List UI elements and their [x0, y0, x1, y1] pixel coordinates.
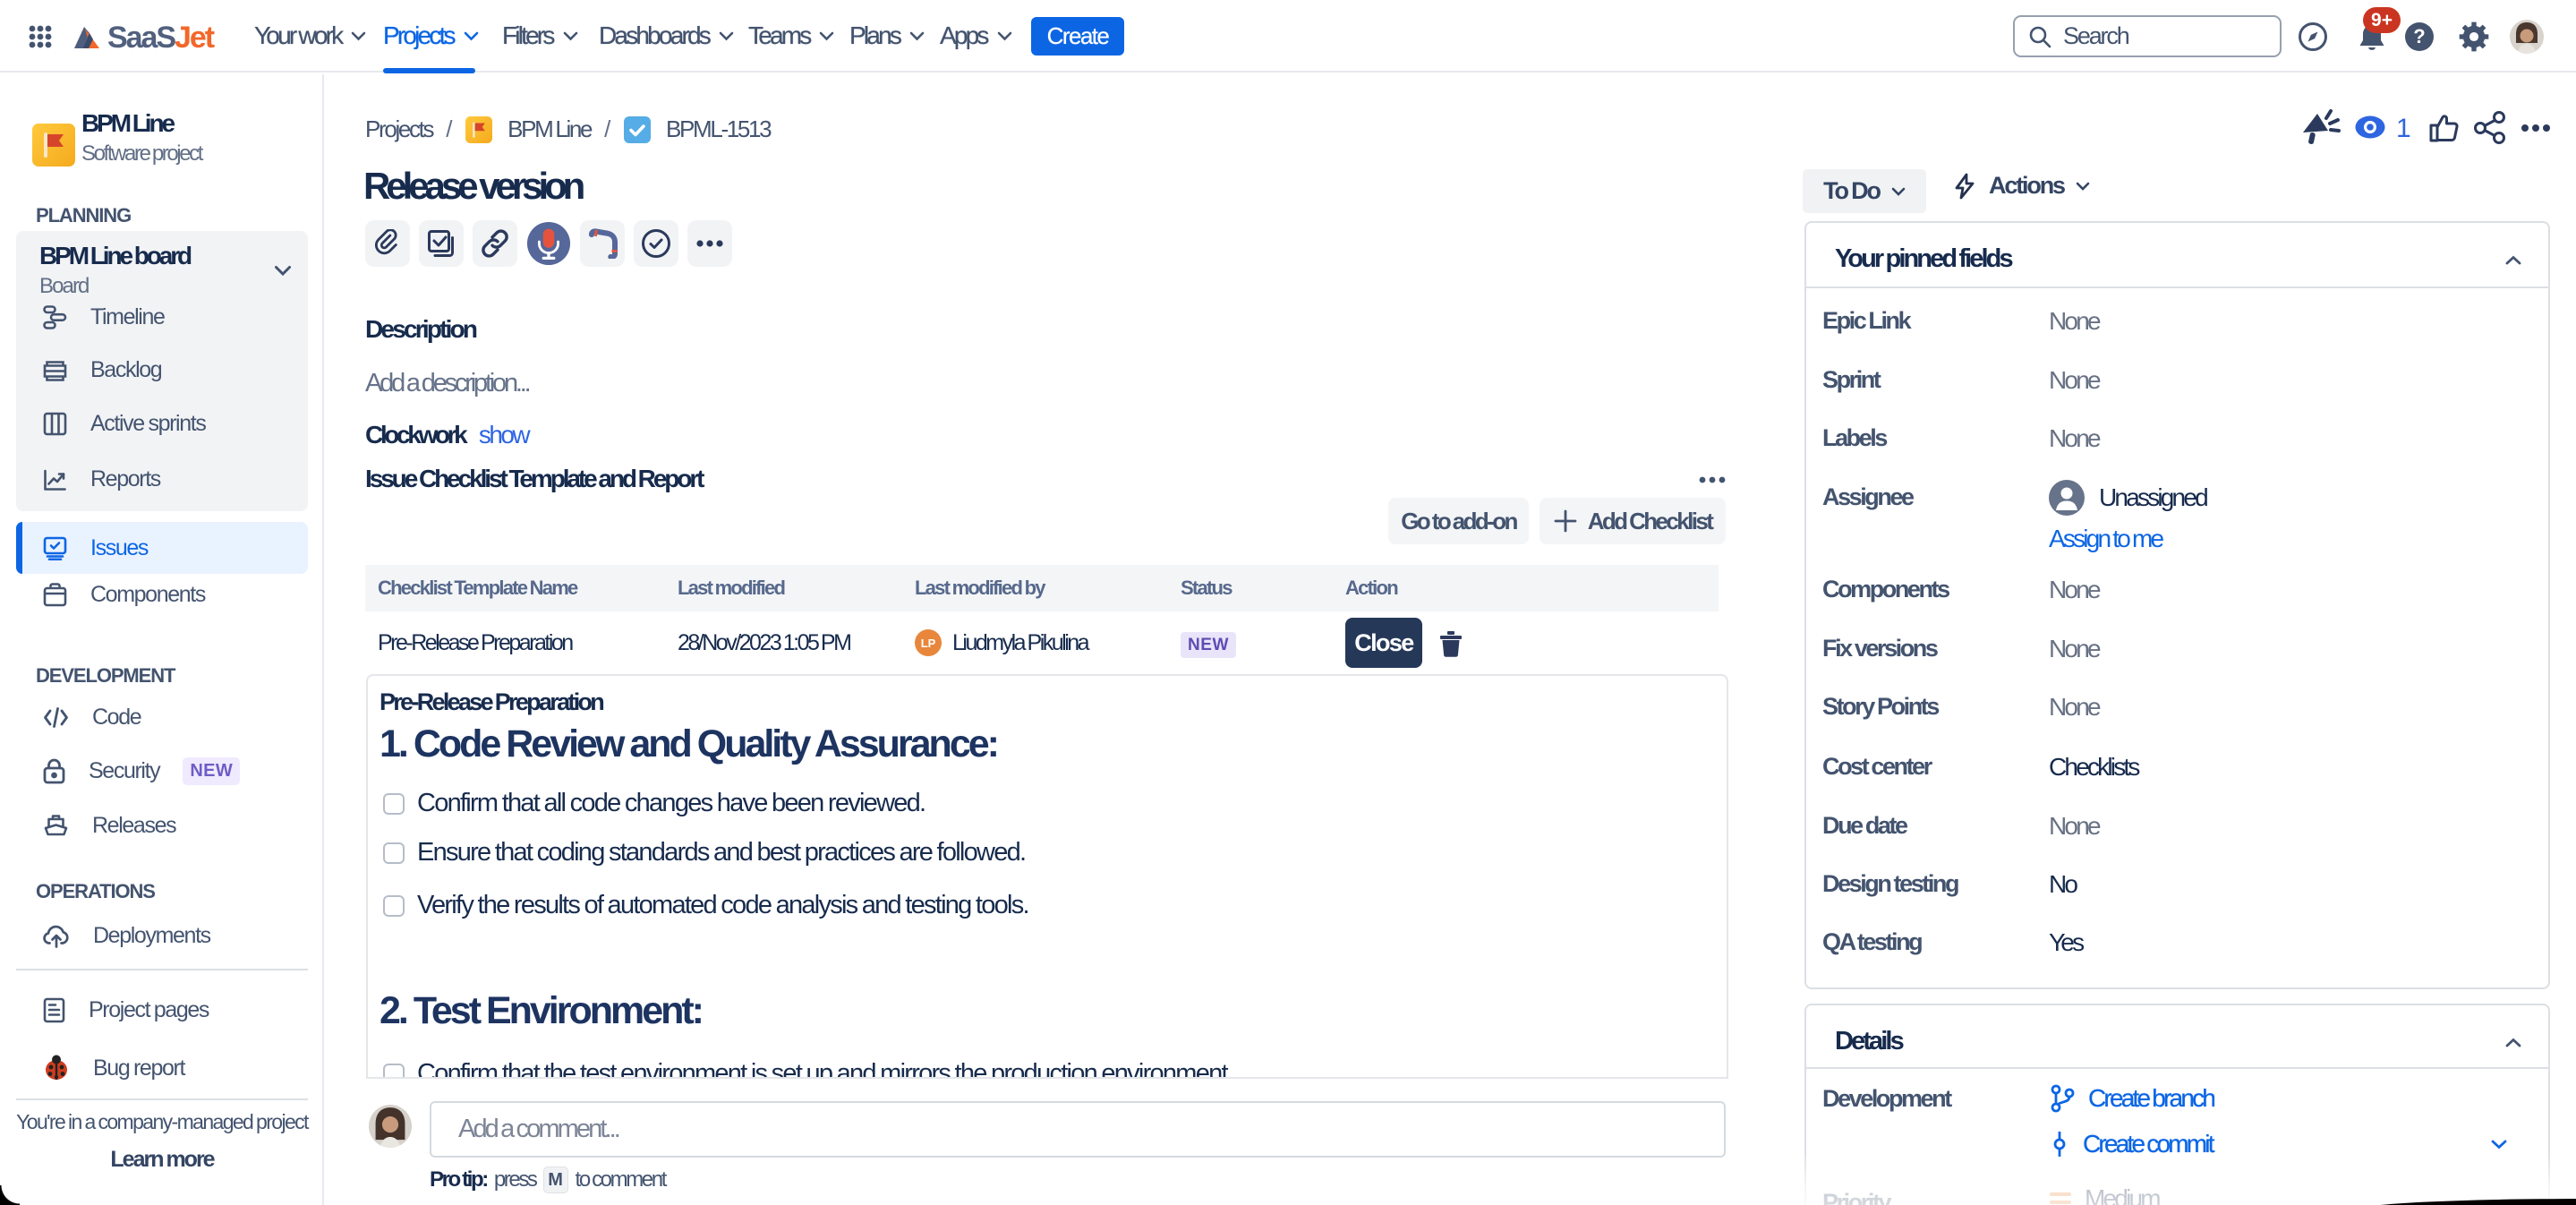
- svg-text:1: 1: [2396, 114, 2410, 143]
